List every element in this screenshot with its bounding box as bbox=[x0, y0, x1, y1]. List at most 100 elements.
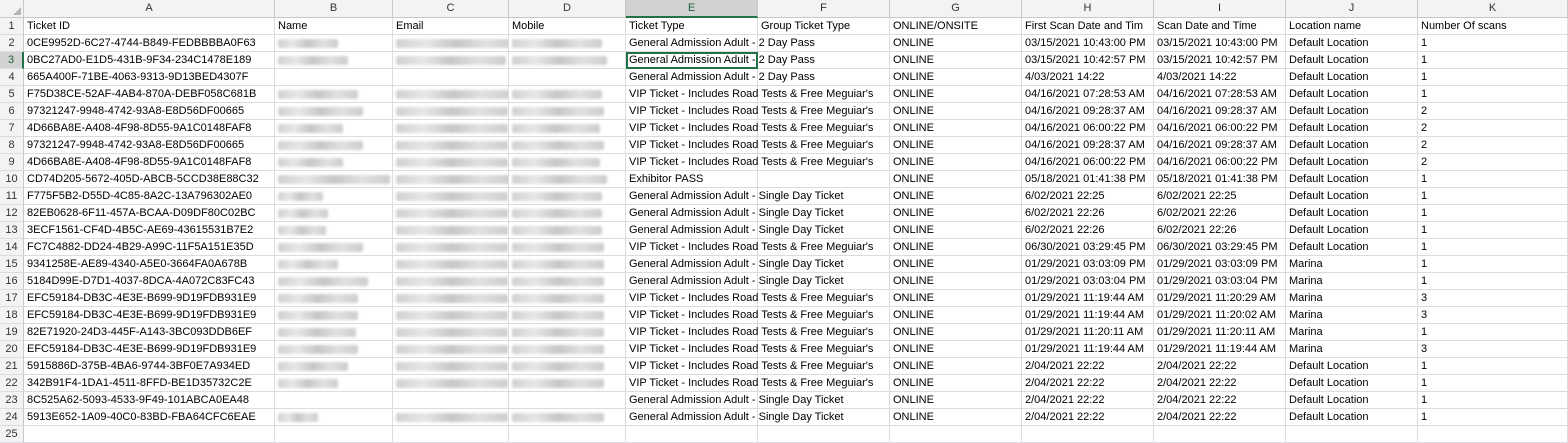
cell-j3[interactable]: Default Location bbox=[1286, 52, 1418, 69]
cell-d13[interactable] bbox=[509, 222, 626, 239]
column-header-e[interactable]: E bbox=[626, 0, 758, 18]
cell-j14[interactable]: Default Location bbox=[1286, 239, 1418, 256]
cell-j21[interactable]: Default Location bbox=[1286, 358, 1418, 375]
cell-i11[interactable]: 6/02/2021 22:25 bbox=[1154, 188, 1286, 205]
cell-e2[interactable]: General Admission Adult - 2 Day Pass bbox=[626, 35, 815, 52]
cell-d21[interactable] bbox=[509, 358, 626, 375]
cell-i20[interactable]: 01/29/2021 11:19:44 AM bbox=[1154, 341, 1286, 358]
cell-g25[interactable] bbox=[890, 426, 1022, 443]
cell-d10[interactable] bbox=[509, 171, 626, 188]
cell-b14[interactable] bbox=[275, 239, 393, 256]
cell-k24[interactable]: 1 bbox=[1418, 409, 1568, 426]
cell-k16[interactable]: 1 bbox=[1418, 273, 1568, 290]
cell-j1[interactable]: Location name bbox=[1286, 18, 1418, 35]
cell-e23[interactable]: General Admission Adult - Single Day Tic… bbox=[626, 392, 844, 409]
cell-a22[interactable]: 342B91F4-1DA1-4511-8FFD-BE1D35732C2E bbox=[24, 375, 275, 392]
row-header-3[interactable]: 3 bbox=[0, 52, 24, 69]
cell-k10[interactable]: 1 bbox=[1418, 171, 1568, 188]
row-header-6[interactable]: 6 bbox=[0, 103, 24, 120]
cell-j11[interactable]: Default Location bbox=[1286, 188, 1418, 205]
cell-k23[interactable]: 1 bbox=[1418, 392, 1568, 409]
cell-j25[interactable] bbox=[1286, 426, 1418, 443]
cell-a18[interactable]: EFC59184-DB3C-4E3E-B699-9D19FDB931E9 bbox=[24, 307, 275, 324]
cell-i12[interactable]: 6/02/2021 22:26 bbox=[1154, 205, 1286, 222]
cell-d15[interactable] bbox=[509, 256, 626, 273]
column-header-h[interactable]: H bbox=[1022, 0, 1154, 18]
cell-g2[interactable]: ONLINE bbox=[890, 35, 1022, 52]
row-header-15[interactable]: 15 bbox=[0, 256, 24, 273]
cell-e19[interactable]: VIP Ticket - Includes Road Tests & Free … bbox=[626, 324, 873, 341]
cell-b20[interactable] bbox=[275, 341, 393, 358]
cell-e20[interactable]: VIP Ticket - Includes Road Tests & Free … bbox=[626, 341, 873, 358]
cell-g13[interactable]: ONLINE bbox=[890, 222, 1022, 239]
cell-a23[interactable]: 8C525A62-5093-4533-9F49-101ABCA0EA48 bbox=[24, 392, 275, 409]
cell-k18[interactable]: 3 bbox=[1418, 307, 1568, 324]
cell-c3[interactable] bbox=[393, 52, 509, 69]
cell-a1[interactable]: Ticket ID bbox=[24, 18, 275, 35]
cell-d9[interactable] bbox=[509, 154, 626, 171]
cell-i1[interactable]: Scan Date and Time bbox=[1154, 18, 1286, 35]
cell-a8[interactable]: 97321247-9948-4742-93A8-E8D56DF00665 bbox=[24, 137, 275, 154]
cell-j9[interactable]: Default Location bbox=[1286, 154, 1418, 171]
column-header-a[interactable]: A bbox=[24, 0, 275, 18]
cell-h16[interactable]: 01/29/2021 03:03:04 PM bbox=[1022, 273, 1154, 290]
cell-g16[interactable]: ONLINE bbox=[890, 273, 1022, 290]
row-header-11[interactable]: 11 bbox=[0, 188, 24, 205]
column-header-d[interactable]: D bbox=[509, 0, 626, 18]
cell-g12[interactable]: ONLINE bbox=[890, 205, 1022, 222]
select-all-corner[interactable] bbox=[0, 0, 24, 18]
cell-k17[interactable]: 3 bbox=[1418, 290, 1568, 307]
cell-b16[interactable] bbox=[275, 273, 393, 290]
cell-j8[interactable]: Default Location bbox=[1286, 137, 1418, 154]
cell-e10[interactable]: Exhibitor PASS bbox=[626, 171, 758, 188]
cell-b11[interactable] bbox=[275, 188, 393, 205]
cell-b21[interactable] bbox=[275, 358, 393, 375]
cell-j23[interactable]: Default Location bbox=[1286, 392, 1418, 409]
cell-i19[interactable]: 01/29/2021 11:20:11 AM bbox=[1154, 324, 1286, 341]
cell-h21[interactable]: 2/04/2021 22:22 bbox=[1022, 358, 1154, 375]
cell-j13[interactable]: Default Location bbox=[1286, 222, 1418, 239]
cell-d18[interactable] bbox=[509, 307, 626, 324]
cell-k15[interactable]: 1 bbox=[1418, 256, 1568, 273]
cell-h2[interactable]: 03/15/2021 10:43:00 PM bbox=[1022, 35, 1154, 52]
row-header-2[interactable]: 2 bbox=[0, 35, 24, 52]
cell-c6[interactable] bbox=[393, 103, 509, 120]
cell-d7[interactable] bbox=[509, 120, 626, 137]
cell-a15[interactable]: 9341258E-AE89-4340-A5E0-3664FA0A678B bbox=[24, 256, 275, 273]
cell-a5[interactable]: F75D38CE-52AF-4AB4-870A-DEBF058C681B bbox=[24, 86, 275, 103]
cell-i18[interactable]: 01/29/2021 11:20:02 AM bbox=[1154, 307, 1286, 324]
cell-a19[interactable]: 82E71920-24D3-445F-A143-3BC093DDB6EF bbox=[24, 324, 275, 341]
cell-g22[interactable]: ONLINE bbox=[890, 375, 1022, 392]
cell-k21[interactable]: 1 bbox=[1418, 358, 1568, 375]
cell-i25[interactable] bbox=[1154, 426, 1286, 443]
cell-d12[interactable] bbox=[509, 205, 626, 222]
cell-g8[interactable]: ONLINE bbox=[890, 137, 1022, 154]
cell-h20[interactable]: 01/29/2021 11:19:44 AM bbox=[1022, 341, 1154, 358]
cell-j20[interactable]: Marina bbox=[1286, 341, 1418, 358]
row-header-8[interactable]: 8 bbox=[0, 137, 24, 154]
cell-b8[interactable] bbox=[275, 137, 393, 154]
cell-c20[interactable] bbox=[393, 341, 509, 358]
cell-i8[interactable]: 04/16/2021 09:28:37 AM bbox=[1154, 137, 1286, 154]
cell-e4[interactable]: General Admission Adult - 2 Day Pass bbox=[626, 69, 815, 86]
cell-g23[interactable]: ONLINE bbox=[890, 392, 1022, 409]
cell-d16[interactable] bbox=[509, 273, 626, 290]
cell-h6[interactable]: 04/16/2021 09:28:37 AM bbox=[1022, 103, 1154, 120]
cell-d4[interactable] bbox=[509, 69, 626, 86]
row-header-14[interactable]: 14 bbox=[0, 239, 24, 256]
cell-i14[interactable]: 06/30/2021 03:29:45 PM bbox=[1154, 239, 1286, 256]
cell-i16[interactable]: 01/29/2021 03:03:04 PM bbox=[1154, 273, 1286, 290]
cell-c4[interactable] bbox=[393, 69, 509, 86]
cell-c10[interactable] bbox=[393, 171, 509, 188]
cell-j19[interactable]: Marina bbox=[1286, 324, 1418, 341]
row-header-23[interactable]: 23 bbox=[0, 392, 24, 409]
cell-d8[interactable] bbox=[509, 137, 626, 154]
cell-e21[interactable]: VIP Ticket - Includes Road Tests & Free … bbox=[626, 358, 873, 375]
cell-d14[interactable] bbox=[509, 239, 626, 256]
cell-a11[interactable]: F775F5B2-D55D-4C85-8A2C-13A796302AE0 bbox=[24, 188, 275, 205]
cell-b6[interactable] bbox=[275, 103, 393, 120]
cell-a7[interactable]: 4D66BA8E-A408-4F98-8D55-9A1C0148FAF8 bbox=[24, 120, 275, 137]
cell-e18[interactable]: VIP Ticket - Includes Road Tests & Free … bbox=[626, 307, 873, 324]
cell-h12[interactable]: 6/02/2021 22:26 bbox=[1022, 205, 1154, 222]
cell-h17[interactable]: 01/29/2021 11:19:44 AM bbox=[1022, 290, 1154, 307]
